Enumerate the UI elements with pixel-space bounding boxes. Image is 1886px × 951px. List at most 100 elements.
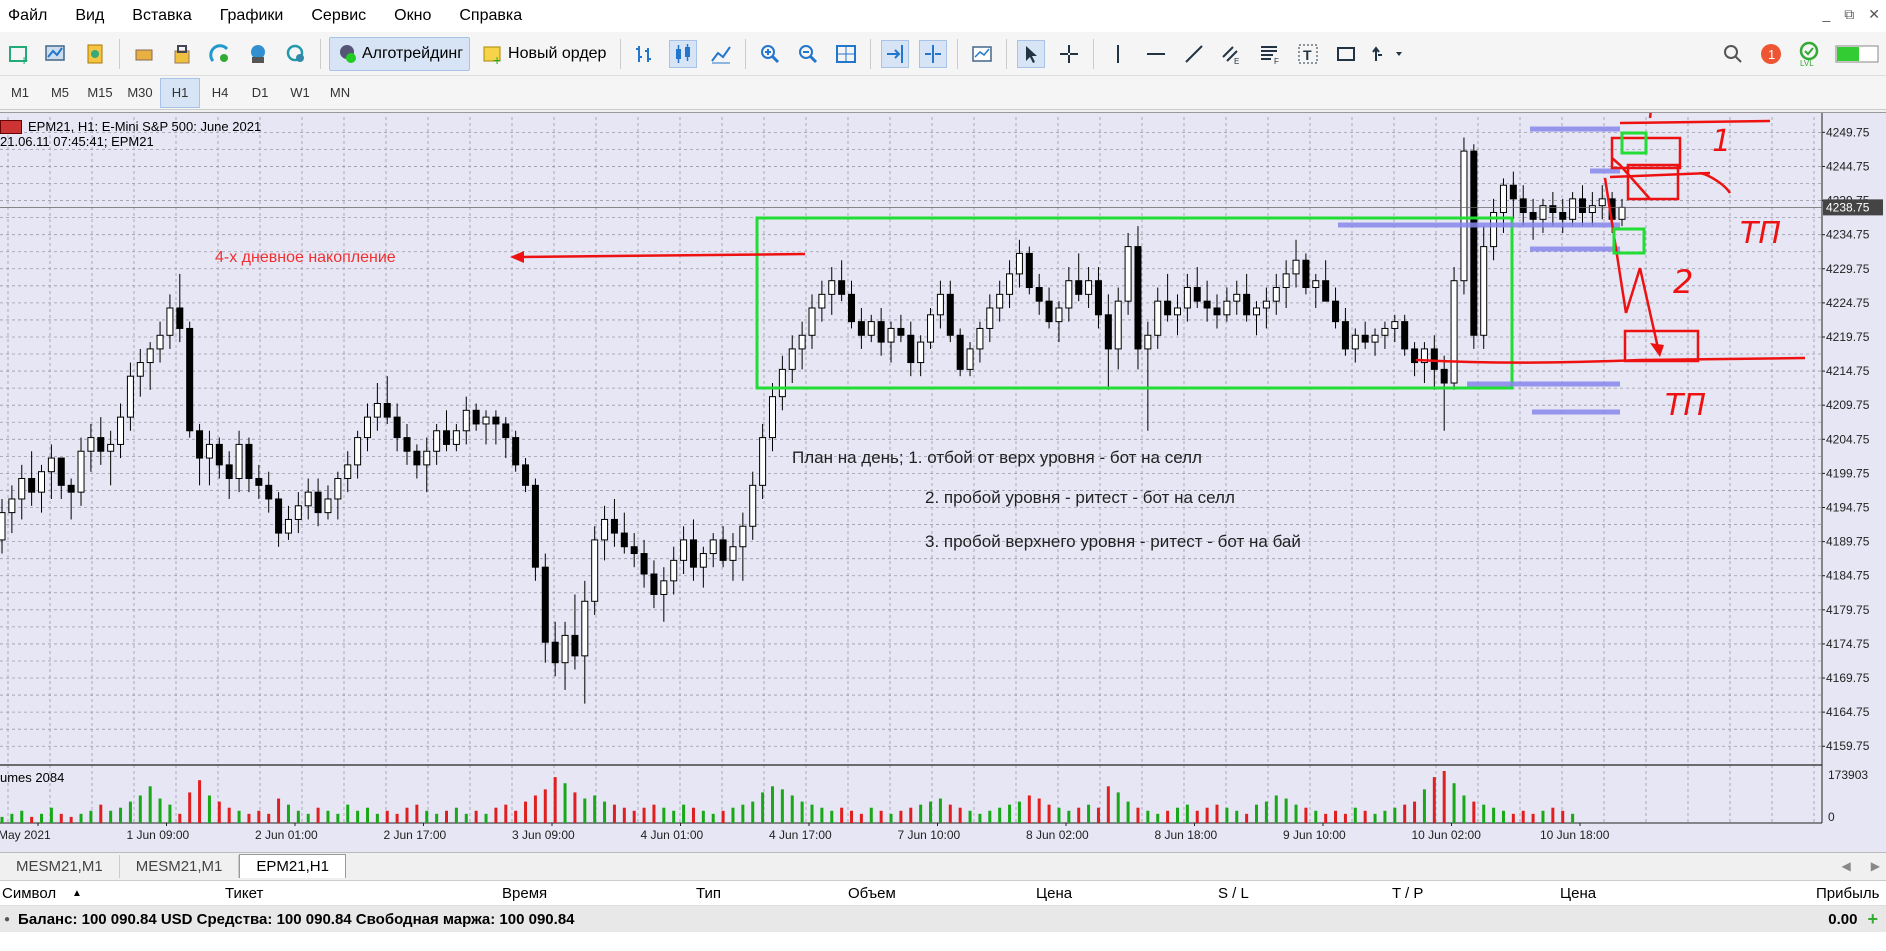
signals-icon[interactable] <box>206 40 234 68</box>
vps-icon[interactable] <box>244 40 272 68</box>
menu-file[interactable]: Файл <box>0 0 61 32</box>
restore-icon[interactable]: ⧉ <box>1844 6 1854 23</box>
vertical-line-icon[interactable] <box>1104 40 1132 68</box>
svg-text:F: F <box>1274 57 1279 65</box>
add-icon[interactable]: + <box>1867 909 1878 930</box>
candle <box>531 478 539 581</box>
search-icon[interactable] <box>1719 40 1747 68</box>
profiles-icon[interactable] <box>43 40 71 68</box>
volume-max-label: 173903 <box>1828 768 1868 782</box>
candle-body <box>265 484 273 500</box>
menu-window[interactable]: Окно <box>380 0 445 32</box>
col-price[interactable]: Цена <box>1036 885 1072 902</box>
col-time[interactable]: Время <box>502 885 547 902</box>
menu-charts[interactable]: Графики <box>206 0 298 32</box>
new-order-button[interactable]: + Новый ордер <box>476 37 612 71</box>
time-tick-label: 4 Jun 01:00 <box>641 828 704 842</box>
level-icon[interactable]: LVL <box>1795 40 1823 68</box>
arrows-tool-icon[interactable] <box>1370 40 1406 68</box>
notifications-icon[interactable]: 1 <box>1757 40 1785 68</box>
col-sl[interactable]: S / L <box>1218 885 1249 902</box>
candle-body <box>1332 300 1340 323</box>
svg-text:+: + <box>493 52 501 65</box>
tab-left-icon[interactable]: ◀ <box>1842 859 1851 873</box>
col-symbol[interactable]: Символ <box>2 885 56 902</box>
candle-body <box>1391 321 1399 329</box>
candle-body <box>1292 259 1300 275</box>
rectangle-tool-icon[interactable] <box>1332 40 1360 68</box>
trendline-icon[interactable] <box>1180 40 1208 68</box>
chart-tab[interactable]: MESM21,M1 <box>0 855 120 878</box>
bar-chart-icon[interactable] <box>631 40 659 68</box>
equidistant-channel-icon[interactable]: E <box>1218 40 1246 68</box>
timeframe-m5[interactable]: M5 <box>40 79 80 107</box>
text-tool-icon[interactable]: T <box>1294 40 1322 68</box>
candle-body <box>867 321 875 336</box>
candle-body <box>689 539 697 568</box>
data-window-icon[interactable] <box>130 40 158 68</box>
algotrading-button[interactable]: Алготрейдинг <box>329 36 471 71</box>
timeframe-m30[interactable]: M30 <box>120 79 160 107</box>
balance-row: ● Баланс: 100 090.84 USD Средства: 100 0… <box>0 906 1886 932</box>
candle-body <box>620 532 628 548</box>
chart-tab[interactable]: MESM21,M1 <box>120 855 240 878</box>
algotrading-label: Алготрейдинг <box>362 44 464 62</box>
chart-shift-icon[interactable] <box>919 39 948 68</box>
crosshair-icon[interactable] <box>1055 40 1083 68</box>
candle-body <box>1351 334 1359 350</box>
templates-icon[interactable] <box>968 40 996 68</box>
menu-tools[interactable]: Сервис <box>297 0 380 32</box>
cursor-icon[interactable] <box>1017 39 1046 68</box>
zoom-out-icon[interactable] <box>794 40 822 68</box>
line-chart-icon[interactable] <box>707 40 735 68</box>
timeframe-d1[interactable]: D1 <box>240 79 280 107</box>
price-tick-label: 4164.75 <box>1826 705 1870 719</box>
hand-label: 2 <box>1673 263 1693 301</box>
chart-tab[interactable]: EPM21,H1 <box>239 854 346 878</box>
timeframe-m15[interactable]: M15 <box>80 79 120 107</box>
price-tick-label: 4199.75 <box>1826 466 1870 480</box>
timeframe-m1[interactable]: M1 <box>0 79 40 107</box>
timeframe-mn[interactable]: MN <box>320 79 360 107</box>
market-watch-icon[interactable] <box>81 40 109 68</box>
candle-body <box>907 334 915 364</box>
zoom-in-icon[interactable] <box>756 40 784 68</box>
candle-body <box>1035 287 1043 302</box>
horizontal-line-icon[interactable] <box>1142 40 1170 68</box>
col-tp[interactable]: T / P <box>1392 885 1423 902</box>
candlestick-icon[interactable] <box>669 39 698 68</box>
candle-body <box>1213 307 1221 316</box>
search-globe-icon[interactable] <box>282 40 310 68</box>
tile-windows-icon[interactable] <box>832 40 860 68</box>
menu-insert[interactable]: Вставка <box>118 0 205 32</box>
col-volume[interactable]: Объем <box>848 885 896 902</box>
autoscroll-icon[interactable] <box>881 39 910 68</box>
timeframe-w1[interactable]: W1 <box>280 79 320 107</box>
col-profit[interactable]: Прибыль <box>1816 885 1879 902</box>
menu-view[interactable]: Вид <box>61 0 118 32</box>
close-icon[interactable]: ✕ <box>1868 6 1880 23</box>
svg-text:+: + <box>20 52 28 65</box>
candle-body <box>857 321 865 336</box>
candle-body <box>245 443 253 480</box>
toolbar-separator <box>620 38 622 69</box>
minimize-icon[interactable]: _ <box>1822 6 1830 23</box>
fibonacci-icon[interactable]: F <box>1256 40 1284 68</box>
candle-body <box>759 437 767 486</box>
menu-help[interactable]: Справка <box>445 0 536 32</box>
new-chart-icon[interactable]: + <box>5 40 33 68</box>
navigator-icon[interactable] <box>168 40 196 68</box>
col-ticket[interactable]: Тикет <box>225 885 263 902</box>
tab-right-icon[interactable]: ▶ <box>1871 859 1880 873</box>
candle-body <box>591 539 599 602</box>
col-current-price[interactable]: Цена <box>1560 885 1596 902</box>
candle-body <box>284 518 292 534</box>
hand-label: ТП <box>1665 388 1706 423</box>
col-type[interactable]: Тип <box>696 885 721 902</box>
timeframe-h1[interactable]: H1 <box>160 77 200 108</box>
chart-area[interactable]: 4249.754244.754239.754234.754229.754224.… <box>0 112 1886 854</box>
price-chart[interactable]: 4249.754244.754239.754234.754229.754224.… <box>0 113 1886 853</box>
candle-body <box>383 402 391 418</box>
timeframe-h4[interactable]: H4 <box>200 79 240 107</box>
candle-body <box>808 307 816 336</box>
